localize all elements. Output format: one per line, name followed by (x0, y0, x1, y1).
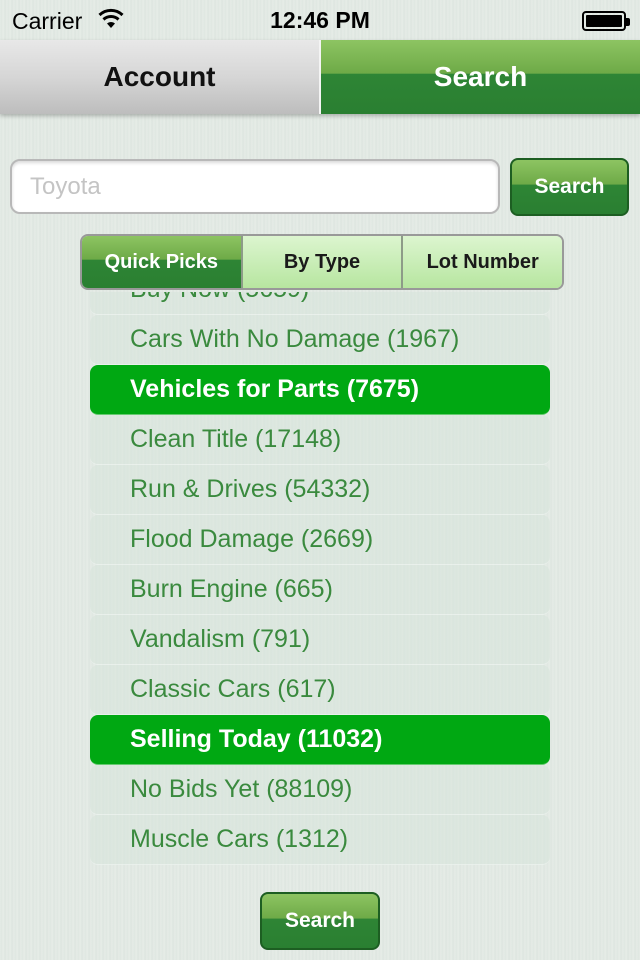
list-item[interactable]: Muscle Cars (1312) (90, 815, 550, 865)
list-item[interactable]: Cars With No Damage (1967) (90, 315, 550, 365)
list-item[interactable]: Selling Today (11032) (90, 715, 550, 765)
segment-lot-number[interactable]: Lot Number (401, 236, 562, 288)
list-item[interactable]: Burn Engine (665) (90, 565, 550, 615)
search-input[interactable] (10, 159, 500, 214)
top-tab-bar: Account Search (0, 40, 640, 114)
list-item[interactable]: Classic Cars (617) (90, 665, 550, 715)
list-item[interactable]: Vehicles for Parts (7675) (90, 365, 550, 415)
quick-picks-list[interactable]: Buy Now (5659)Cars With No Damage (1967)… (90, 292, 550, 882)
segment-by-type[interactable]: By Type (240, 236, 402, 288)
bottom-search-button[interactable]: Search (260, 892, 380, 950)
tab-search[interactable]: Search (321, 40, 640, 114)
status-bar: Carrier 12:46 PM (0, 0, 640, 40)
segment-quick-picks[interactable]: Quick Picks (82, 236, 241, 288)
list-item[interactable]: No Bids Yet (88109) (90, 765, 550, 815)
list-item[interactable]: Run & Drives (54332) (90, 465, 550, 515)
battery-icon (582, 11, 630, 31)
list-item[interactable]: Flood Damage (2669) (90, 515, 550, 565)
tab-account[interactable]: Account (0, 40, 321, 114)
search-button[interactable]: Search (510, 158, 629, 216)
list-item[interactable]: Buy Now (5659) (90, 292, 550, 315)
list-item[interactable]: Clean Title (17148) (90, 415, 550, 465)
search-mode-segmented-control: Quick Picks By Type Lot Number (80, 234, 564, 290)
list-item[interactable]: Vandalism (791) (90, 615, 550, 665)
clock: 12:46 PM (270, 7, 370, 33)
